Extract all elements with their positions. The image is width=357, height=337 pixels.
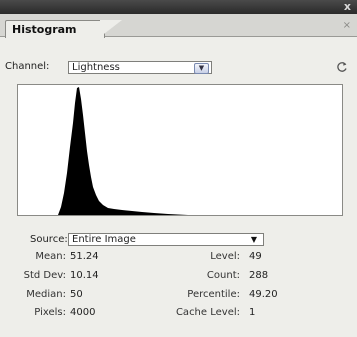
window-titlebar: [0, 0, 357, 14]
mean-label: Mean:: [35, 251, 66, 262]
median-label: Median:: [26, 289, 66, 300]
window-close-icon[interactable]: x: [344, 0, 351, 13]
count-value: 288: [249, 270, 269, 281]
std-dev-label: Std Dev:: [23, 270, 66, 281]
mean-value: 51.24: [70, 251, 99, 262]
source-select[interactable]: Entire Image ▼: [68, 233, 264, 246]
level-label: Level:: [210, 251, 240, 262]
channel-select[interactable]: Lightness ▼: [68, 61, 212, 74]
channel-label: Channel:: [5, 61, 50, 72]
std-dev-value: 10.14: [70, 270, 99, 281]
refresh-icon[interactable]: [336, 61, 348, 73]
cache-level-value: 1: [249, 307, 256, 318]
chevron-down-icon[interactable]: ▼: [194, 63, 209, 74]
tab-histogram[interactable]: Histogram: [5, 20, 105, 38]
percentile-label: Percentile:: [187, 289, 240, 300]
histogram-distribution: [58, 87, 188, 215]
level-value: 49: [249, 251, 262, 262]
source-select-value: Entire Image: [72, 234, 136, 245]
pixels-label: Pixels:: [34, 307, 66, 318]
source-label: Source:: [30, 234, 68, 245]
panel-close-icon[interactable]: ×: [343, 20, 351, 31]
histogram-graph: [58, 87, 188, 215]
cache-level-label: Cache Level:: [175, 307, 240, 318]
tab-edge: [100, 20, 122, 37]
chevron-down-icon[interactable]: ▼: [251, 234, 257, 246]
median-value: 50: [70, 289, 83, 300]
percentile-value: 49.20: [249, 289, 278, 300]
tab-histogram-label: Histogram: [12, 23, 77, 36]
count-label: Count:: [206, 270, 240, 281]
channel-select-value: Lightness: [72, 62, 120, 73]
pixels-value: 4000: [70, 307, 96, 318]
histogram-plot: [17, 84, 343, 216]
